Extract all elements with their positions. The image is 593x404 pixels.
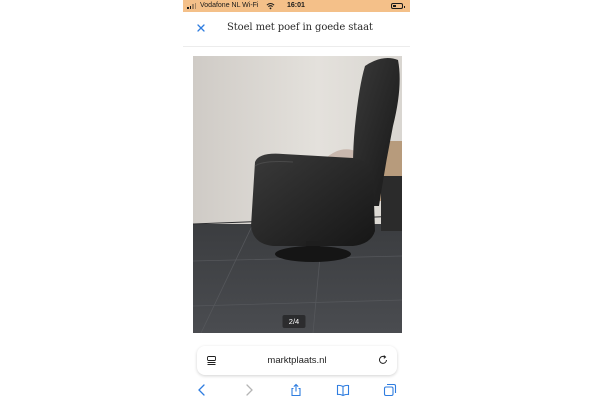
back-icon[interactable] xyxy=(195,383,209,397)
signal-icon xyxy=(187,3,197,9)
bookmarks-icon[interactable] xyxy=(336,383,350,397)
phone-screen: Vodafone NL Wi-Fi 16:01 Stoel met poef i… xyxy=(183,0,410,404)
listing-photo[interactable]: 2/4 xyxy=(193,56,402,333)
share-icon[interactable] xyxy=(289,383,303,397)
clock: 16:01 xyxy=(287,2,305,9)
close-icon[interactable] xyxy=(195,22,207,34)
chair-photo-image xyxy=(193,56,402,333)
forward-icon[interactable] xyxy=(242,383,256,397)
status-bar: Vodafone NL Wi-Fi 16:01 xyxy=(183,0,410,12)
image-counter: 2/4 xyxy=(282,315,306,328)
listing-title: Stoel met poef in goede staat xyxy=(227,22,373,33)
browser-toolbar xyxy=(183,378,410,404)
battery-icon xyxy=(391,3,405,9)
tabs-icon[interactable] xyxy=(383,383,397,397)
reload-icon[interactable] xyxy=(377,354,389,366)
carrier-label: Vodafone NL Wi-Fi xyxy=(200,2,259,9)
url-text[interactable]: marktplaats.nl xyxy=(197,355,397,366)
address-bar[interactable]: marktplaats.nl xyxy=(197,346,397,375)
page-header: Stoel met poef in goede staat xyxy=(183,12,410,47)
wifi-icon xyxy=(266,3,275,10)
